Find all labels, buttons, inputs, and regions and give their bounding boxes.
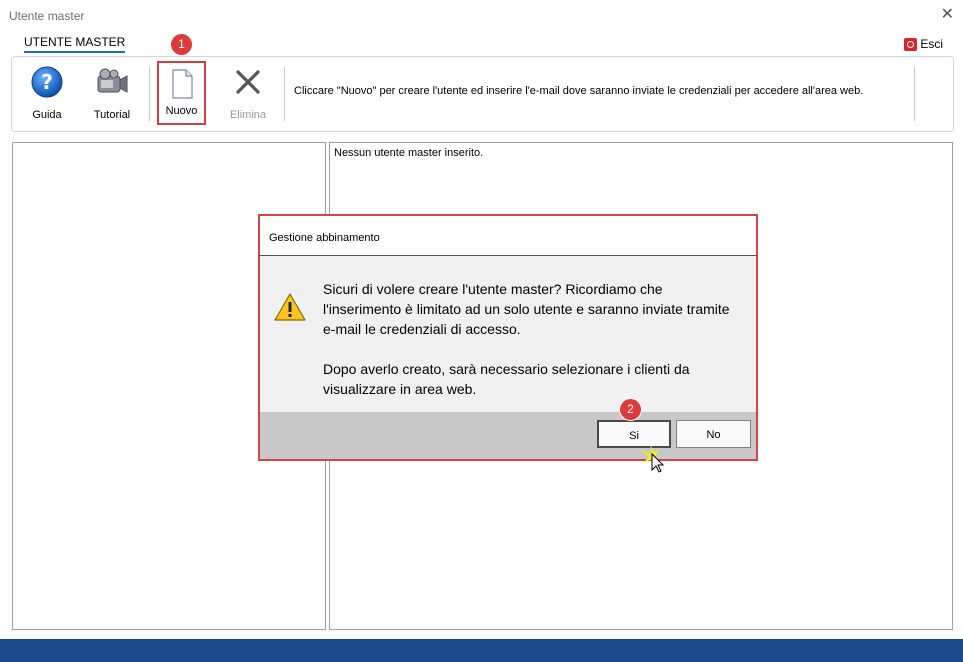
step-badge-1: 1 [171,34,192,55]
elimina-button[interactable]: Elimina [223,57,273,131]
dialog-paragraph: Sicuri di volere creare l'utente master?… [323,281,730,337]
nuovo-button[interactable]: Nuovo [157,61,206,125]
close-icon[interactable]: ✕ [941,5,954,25]
new-document-icon [171,69,193,99]
exit-icon [904,37,918,51]
tutorial-label: Tutorial [93,109,131,121]
warning-icon [274,293,306,321]
tab-row: UTENTE MASTER Esci [0,32,963,54]
toolbar: ? Guida Tutorial Nuovo Elimina Cliccare … [11,56,954,132]
step-badge-2: 2 [620,399,641,420]
dialog-title: Gestione abbinamento [269,232,380,244]
toolbar-separator [284,67,285,121]
dialog-title-bar: Gestione abbinamento [260,216,756,256]
guida-label: Guida [32,109,62,121]
svg-text:?: ? [41,70,53,94]
confirm-dialog: Gestione abbinamento Sicuri di volere cr… [258,214,758,461]
toolbar-separator [149,67,150,121]
video-camera-icon [97,68,128,93]
status-bar [0,639,963,662]
tutorial-button[interactable]: Tutorial [86,57,138,131]
title-bar: Utente master ✕ [0,0,963,32]
elimina-label: Elimina [229,109,267,121]
tab-utente-master[interactable]: UTENTE MASTER [24,35,126,53]
empty-state-message: Nessun utente master inserito. [334,147,484,159]
window-title: Utente master [9,9,85,23]
exit-button[interactable]: Esci [904,37,943,51]
exit-label: Esci [920,37,943,51]
delete-x-icon [236,70,260,94]
dialog-paragraph: Dopo averlo creato, sarà necessario sele… [323,361,690,397]
guida-button[interactable]: ? Guida [22,57,72,131]
help-icon: ? [31,66,63,98]
mouse-cursor-icon [640,444,665,473]
dialog-message: Sicuri di volere creare l'utente master?… [323,279,743,399]
no-button[interactable]: No [676,420,751,448]
toolbar-separator [914,67,915,121]
dialog-footer: Si No [260,412,756,459]
nuovo-label: Nuovo [165,105,198,117]
toolbar-info-text: Cliccare "Nuovo" per creare l'utente ed … [294,85,864,97]
